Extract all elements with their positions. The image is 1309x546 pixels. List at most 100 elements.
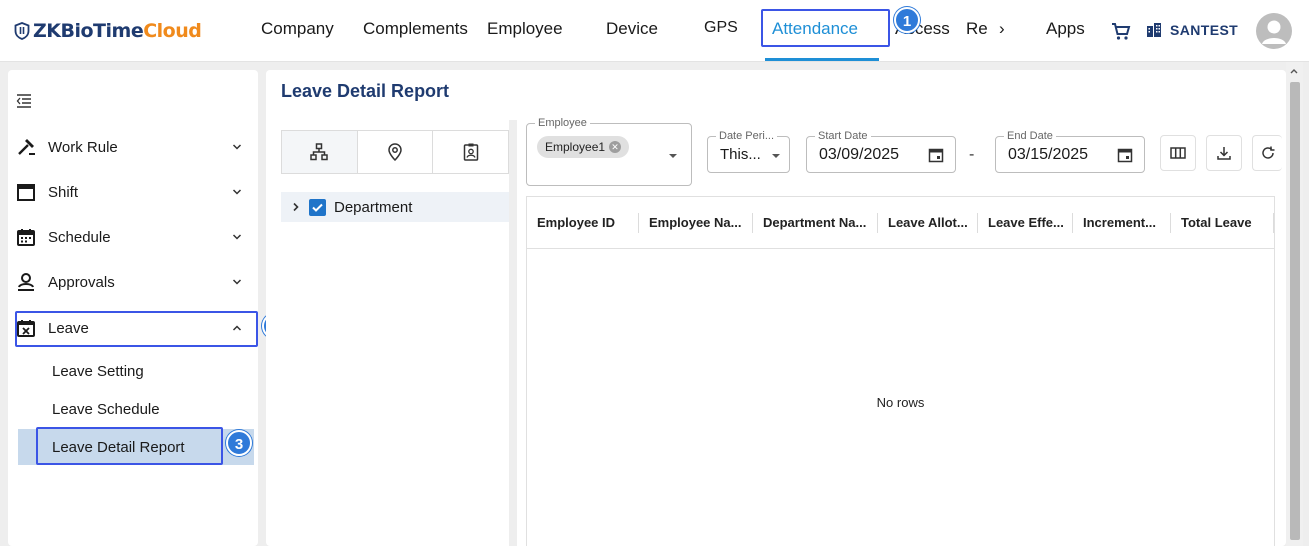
tree-view-tabs: [281, 130, 509, 174]
logo-text-primary: ZKBioTime: [33, 20, 144, 42]
tree-node-label: Department: [334, 198, 413, 216]
column-header-label: Total Leave: [1181, 215, 1252, 230]
column-header-total-leave[interactable]: Total Leave: [1171, 197, 1274, 249]
shift-icon: [17, 184, 35, 201]
top-navigation-bar: ZKBioTime Cloud Company Complements Empl…: [0, 0, 1309, 62]
start-date-field[interactable]: Start Date 03/09/2025: [806, 130, 956, 173]
nav-device[interactable]: Device: [606, 19, 658, 39]
user-avatar-icon: [1262, 20, 1286, 44]
employee-chip[interactable]: Employee1 ✕: [537, 136, 630, 158]
download-icon: [1217, 147, 1231, 160]
user-avatar[interactable]: [1256, 13, 1292, 49]
column-header-label: Increment...: [1083, 215, 1156, 230]
tab-area[interactable]: [358, 131, 434, 173]
id-badge-icon: [463, 143, 478, 161]
sidebar-item-shift[interactable]: Shift: [16, 177, 252, 207]
chevron-right-icon[interactable]: [291, 202, 301, 212]
table-header: Employee ID Employee Na... Department Na…: [527, 197, 1274, 249]
organization-name[interactable]: SANTEST: [1170, 22, 1238, 38]
columns-icon: [1170, 147, 1186, 159]
shield-logo-icon: [14, 22, 30, 40]
refresh-icon: [1261, 146, 1274, 159]
sidebar-item-label: Schedule: [48, 228, 111, 246]
column-header-label: Leave Allot...: [888, 215, 968, 230]
employee-chip-label: Employee1: [545, 140, 606, 154]
logo-text-secondary: Cloud: [143, 20, 202, 42]
end-date-label: End Date: [1004, 130, 1056, 142]
step-badge-1: 1: [894, 7, 920, 33]
highlight-box-attendance: [761, 9, 890, 47]
nav-gps[interactable]: GPS: [704, 19, 738, 37]
date-period-label: Date Peri...: [716, 130, 778, 142]
nav-complements[interactable]: Complements: [363, 19, 468, 39]
chip-remove-icon[interactable]: ✕: [609, 141, 622, 153]
tree-node-department[interactable]: Department: [281, 192, 509, 222]
employee-filter[interactable]: Employee Employee1 ✕: [526, 117, 692, 186]
sidebar-item-label: Work Rule: [48, 138, 118, 156]
app-logo[interactable]: ZKBioTime Cloud: [14, 17, 202, 45]
highlight-box-leave-detail-report: [36, 427, 223, 465]
nav-apps[interactable]: Apps: [1046, 19, 1085, 39]
column-header-employee-name[interactable]: Employee Na...: [639, 197, 753, 249]
chevron-down-icon: [232, 234, 242, 240]
column-header-label: Leave Effe...: [988, 215, 1064, 230]
nav-employee[interactable]: Employee: [487, 19, 563, 39]
sidebar-subitem-leave-setting[interactable]: Leave Setting: [18, 353, 254, 389]
collapse-sidebar-icon[interactable]: [16, 94, 32, 108]
column-header-leave-allotment[interactable]: Leave Allot...: [878, 197, 978, 249]
column-header-label: Department Na...: [763, 215, 867, 230]
user-approval-icon: [18, 273, 34, 291]
page-title: Leave Detail Report: [281, 81, 450, 101]
nav-company[interactable]: Company: [261, 19, 334, 39]
start-date-label: Start Date: [815, 130, 871, 142]
department-checkbox[interactable]: [309, 198, 326, 216]
date-period-value: This...: [720, 146, 761, 163]
dropdown-arrow-icon: [772, 154, 780, 158]
sidebar-item-approvals[interactable]: Approvals: [16, 267, 252, 297]
tab-department[interactable]: [282, 131, 358, 173]
column-header-label: Employee ID: [537, 215, 616, 230]
refresh-button[interactable]: [1252, 135, 1282, 171]
column-divider[interactable]: [1273, 212, 1274, 233]
cart-icon[interactable]: [1111, 21, 1131, 41]
columns-button[interactable]: [1160, 135, 1196, 171]
location-pin-icon: [388, 143, 402, 161]
department-tree-panel: [273, 120, 517, 546]
chevron-down-icon: [232, 189, 242, 195]
employee-filter-label: Employee: [535, 117, 590, 129]
nav-reports[interactable]: Re: [966, 19, 988, 39]
leave-detail-table: Employee ID Employee Na... Department Na…: [526, 196, 1275, 546]
scrollbar-thumb[interactable]: [1290, 82, 1300, 540]
calendar-icon[interactable]: [928, 147, 944, 163]
calendar-icon: [17, 229, 35, 246]
empty-table-message: No rows: [876, 395, 925, 410]
checkmark-icon: [312, 203, 323, 212]
sidebar-item-label: Approvals: [48, 273, 115, 291]
end-date-value: 03/15/2025: [1008, 146, 1089, 163]
chevron-down-icon: [232, 144, 242, 150]
calendar-icon[interactable]: [1117, 147, 1133, 163]
org-chart-icon: [310, 143, 329, 161]
date-range-separator: -: [969, 146, 975, 163]
work-rule-icon: [18, 139, 35, 155]
scroll-up-arrow-icon[interactable]: [1289, 66, 1299, 76]
sidebar-subitem-leave-schedule[interactable]: Leave Schedule: [18, 391, 254, 427]
active-tab-indicator: [765, 58, 879, 61]
dropdown-arrow-icon[interactable]: [668, 153, 678, 159]
end-date-field[interactable]: End Date 03/15/2025: [995, 130, 1145, 173]
nav-more-chevron[interactable]: ›: [999, 19, 1005, 39]
column-header-employee-id[interactable]: Employee ID: [527, 197, 639, 249]
column-header-leave-effective[interactable]: Leave Effe...: [978, 197, 1073, 249]
tab-position[interactable]: [433, 131, 508, 173]
date-period-select[interactable]: Date Peri... This...: [707, 130, 790, 173]
sidebar-item-work-rule[interactable]: Work Rule: [16, 132, 252, 162]
column-header-label: Employee Na...: [649, 215, 742, 230]
step-badge-3: 3: [226, 430, 252, 456]
chevron-down-icon: [232, 279, 242, 285]
sidebar-item-schedule[interactable]: Schedule: [16, 222, 252, 252]
column-header-department-name[interactable]: Department Na...: [753, 197, 878, 249]
organization-icon: [1147, 23, 1161, 37]
download-button[interactable]: [1206, 135, 1242, 171]
column-header-increment[interactable]: Increment...: [1073, 197, 1171, 249]
sidebar-item-label: Shift: [48, 183, 79, 201]
